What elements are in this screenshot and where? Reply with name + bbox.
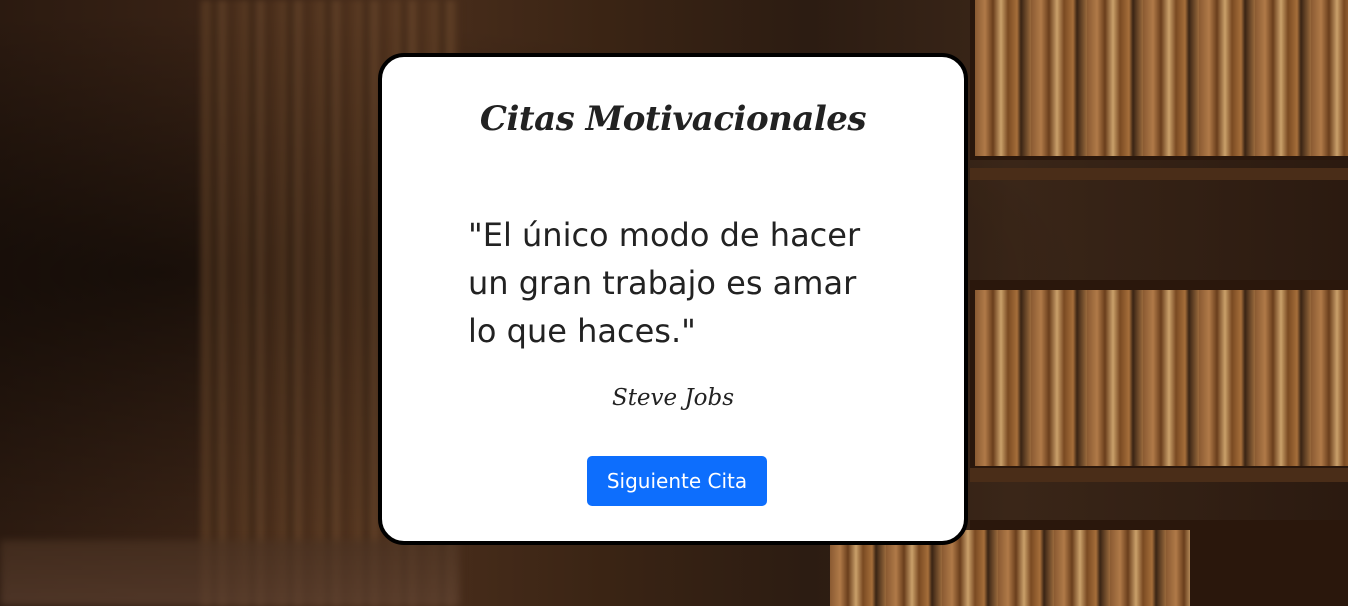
- quote-card: Citas Motivacionales "El único modo de h…: [378, 53, 968, 545]
- quote-text: "El único modo de hacer un gran trabajo …: [468, 216, 861, 350]
- shelf-board: [970, 168, 1348, 180]
- shelf-board: [970, 468, 1348, 482]
- quote-author: Steve Jobs: [611, 385, 735, 411]
- next-quote-button[interactable]: Siguiente Cita: [587, 456, 767, 506]
- floor-blur: [0, 540, 460, 606]
- books-row-middle: [975, 290, 1348, 466]
- page-title: Citas Motivacionales: [479, 99, 867, 139]
- books-row-top: [975, 0, 1348, 156]
